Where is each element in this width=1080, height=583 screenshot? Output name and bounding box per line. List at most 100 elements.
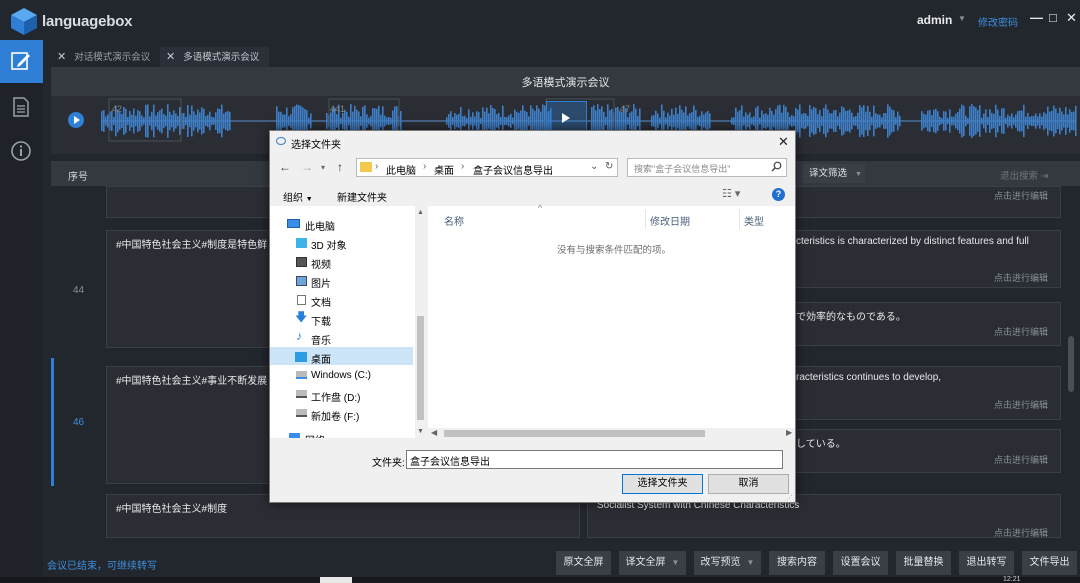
close-tab-icon[interactable]: ✕ xyxy=(166,51,175,63)
network-icon xyxy=(289,433,300,438)
breadcrumb-desktop[interactable]: 桌面 xyxy=(434,162,454,177)
wave-sample xyxy=(695,110,697,132)
close-icon[interactable]: ✕ xyxy=(778,134,789,150)
taskbar-app[interactable] xyxy=(320,577,352,583)
edit-hint[interactable]: 点击进行编辑 xyxy=(994,526,1048,539)
table-scrollbar[interactable] xyxy=(1068,336,1074,392)
wave-sample xyxy=(143,117,145,125)
wave-sample xyxy=(219,108,221,134)
search-content-button[interactable]: 搜索内容 xyxy=(769,551,825,575)
nav-item-music[interactable]: 音乐 xyxy=(311,332,331,347)
play-icon[interactable] xyxy=(67,111,85,129)
meeting-settings-button[interactable]: 设置会议 xyxy=(833,551,888,575)
search-icon[interactable] xyxy=(771,161,782,172)
wave-sample xyxy=(524,110,526,132)
info-icon[interactable] xyxy=(10,140,32,162)
wave-sample xyxy=(955,113,957,129)
organize-menu[interactable]: 组织 ▼ xyxy=(283,189,313,204)
batch-replace-button[interactable]: 批量替换 xyxy=(896,551,951,575)
nav-item-this-pc[interactable]: 此电脑 xyxy=(305,218,335,233)
edit-hint[interactable]: 点击进行编辑 xyxy=(994,453,1048,466)
exit-transcription-button[interactable]: 退出转写 xyxy=(959,551,1014,575)
nav-item-pictures[interactable]: 图片 xyxy=(311,275,331,290)
wave-sample xyxy=(201,107,203,135)
edit-icon[interactable] xyxy=(10,50,32,72)
minimize-icon[interactable]: — xyxy=(1030,10,1043,25)
close-icon[interactable]: ✕ xyxy=(1066,10,1077,26)
nav-item-drive-c[interactable]: Windows (C:) xyxy=(311,370,371,381)
select-folder-button[interactable]: 选择文件夹 xyxy=(622,474,703,494)
help-icon[interactable]: ? xyxy=(772,188,785,201)
scroll-left-icon[interactable]: ◀ xyxy=(431,428,437,437)
nav-item-downloads[interactable]: 下载 xyxy=(311,313,331,328)
resize-grip-icon[interactable]: ⋰ xyxy=(786,494,793,502)
view-options-icon[interactable]: ☷ ▾ xyxy=(722,187,740,200)
breadcrumb-this-pc[interactable]: 此电脑 xyxy=(386,162,416,177)
wave-sample xyxy=(853,116,855,126)
user-name[interactable]: admin xyxy=(917,13,952,27)
change-password-link[interactable]: 修改密码 xyxy=(978,14,1018,29)
up-arrow-icon[interactable]: ↑ xyxy=(337,160,343,174)
breadcrumb-export-folder[interactable]: 盒子会议信息导出 xyxy=(473,162,553,177)
edit-hint[interactable]: 点击进行编辑 xyxy=(994,189,1048,202)
exit-search-button[interactable]: 退出搜索 ⇥ xyxy=(1000,168,1049,182)
wave-sample xyxy=(681,109,683,133)
refresh-icon[interactable]: ↻ xyxy=(605,161,613,172)
wave-sample xyxy=(133,108,135,134)
edit-hint[interactable]: 点击进行编辑 xyxy=(994,398,1048,411)
wave-sample xyxy=(823,108,825,134)
translation-fullscreen-button[interactable]: 译文全屏 ▼ xyxy=(619,551,686,575)
source-fullscreen-button[interactable]: 原文全屏 xyxy=(556,551,611,575)
wave-sample xyxy=(765,113,767,129)
nav-item-3d-objects[interactable]: 3D 对象 xyxy=(311,237,347,252)
forward-arrow-icon[interactable]: → xyxy=(301,160,313,174)
tab-dialog-demo[interactable]: ✕ 对话模式演示会议 xyxy=(57,48,150,66)
wave-sample xyxy=(1067,114,1069,128)
edit-hint[interactable]: 点击进行编辑 xyxy=(994,271,1048,284)
export-file-button[interactable]: 文件导出 xyxy=(1022,551,1077,575)
nav-item-network[interactable]: 网络 xyxy=(305,432,325,438)
wave-sample xyxy=(801,114,803,128)
chevron-down-icon[interactable]: ⌄ xyxy=(590,161,598,172)
cancel-button[interactable]: 取消 xyxy=(708,474,789,494)
close-tab-icon[interactable]: ✕ xyxy=(57,51,66,63)
wave-sample xyxy=(895,117,897,125)
tab-multilang-demo[interactable]: ✕ 多语模式演示会议 xyxy=(166,48,259,66)
play-head-icon[interactable] xyxy=(559,112,571,124)
nav-item-documents[interactable]: 文档 xyxy=(311,294,331,309)
recent-chevron-icon[interactable]: ▾ xyxy=(321,163,325,172)
wave-sample xyxy=(167,104,169,138)
edit-hint[interactable]: 点击进行编辑 xyxy=(994,325,1048,338)
nav-scrollbar-thumb[interactable] xyxy=(417,316,424,420)
nav-item-desktop[interactable]: 桌面 xyxy=(311,351,331,366)
translation-filter-dropdown[interactable]: 译文筛选 ▼ xyxy=(803,164,865,183)
wave-sample xyxy=(368,117,370,125)
scroll-down-icon[interactable]: ▼ xyxy=(417,428,424,435)
nav-item-videos[interactable]: 视频 xyxy=(311,256,331,271)
column-modified[interactable]: 修改日期 xyxy=(650,213,690,228)
wave-sample xyxy=(609,110,611,132)
column-type[interactable]: 类型 xyxy=(744,213,764,228)
wave-sample xyxy=(603,111,605,131)
nav-item-drive-f[interactable]: 新加卷 (F:) xyxy=(311,408,359,423)
new-folder-button[interactable]: 新建文件夹 xyxy=(337,189,387,204)
rewrite-preview-button[interactable]: 改写预览 ▼ xyxy=(694,551,761,575)
column-divider[interactable] xyxy=(739,209,740,229)
column-divider[interactable] xyxy=(645,209,646,229)
wave-sample xyxy=(845,110,847,132)
maximize-icon[interactable]: □ xyxy=(1049,10,1057,25)
scroll-up-icon[interactable]: ▲ xyxy=(417,209,424,216)
wave-sample xyxy=(203,108,205,134)
scroll-right-icon[interactable]: ▶ xyxy=(786,428,792,437)
wave-sample xyxy=(809,105,811,137)
document-icon[interactable] xyxy=(10,96,32,118)
file-hscrollbar-thumb[interactable] xyxy=(444,430,705,437)
wave-sample xyxy=(392,110,394,132)
column-name[interactable]: 名称 xyxy=(444,213,464,228)
chevron-down-icon[interactable]: ▼ xyxy=(958,14,966,23)
back-arrow-icon[interactable]: ← xyxy=(279,160,291,174)
wave-sample xyxy=(1069,109,1071,133)
file-list-pane[interactable] xyxy=(428,206,795,428)
wave-sample xyxy=(899,115,901,127)
nav-item-drive-d[interactable]: 工作盘 (D:) xyxy=(311,389,360,404)
